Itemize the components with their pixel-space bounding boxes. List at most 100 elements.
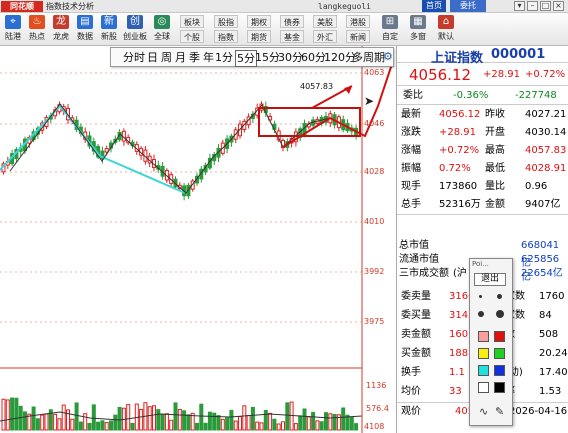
axis-label: 4046 [364, 119, 385, 128]
tool-xingu[interactable]: 新 新股 [98, 14, 120, 44]
footer-label: 观价 [401, 406, 421, 417]
period-year[interactable]: 年 [203, 50, 214, 65]
mode-dropdown[interactable]: 委托 [450, 0, 486, 12]
chart-area[interactable]: ➤ 4063 4046 4028 4010 3992 3975 1136 576… [0, 46, 394, 433]
tab-meigu[interactable]: 美股 [313, 15, 337, 28]
tool-label: 龙虎 [53, 32, 69, 41]
tab-zhaiquan[interactable]: 债券 [280, 15, 304, 28]
quote-row: 最新 4056.12 昨收 4027.21 [397, 106, 568, 124]
period-30min[interactable]: 30分 [278, 50, 303, 65]
period-season[interactable]: 季 [189, 50, 200, 65]
tool-label: 热点 [29, 32, 45, 41]
volume-bar [87, 422, 92, 431]
tab-guzhi[interactable]: 股指 [214, 15, 238, 28]
tab-qihuo[interactable]: 期货 [247, 30, 271, 43]
period-1min[interactable]: 1分 [215, 50, 233, 65]
mouse-cursor-icon: ➤ [364, 94, 375, 108]
quote-value: 0.72% [439, 163, 471, 174]
tab-qiquan[interactable]: 期权 [247, 15, 271, 28]
price-row: 4056.12 +28.91 +0.72% [397, 64, 568, 86]
tool-shuju[interactable]: ▤ 数据 [74, 14, 96, 44]
sanban-value: 22654亿 [521, 268, 563, 279]
chuang-icon: 创 [127, 15, 143, 29]
tool-lugang[interactable]: ⌖ 陆港 [2, 14, 24, 44]
volume-bar [5, 399, 10, 431]
tab-ganggu[interactable]: 港股 [346, 15, 370, 28]
volume-bar [177, 409, 182, 431]
tab-zhishu[interactable]: 指数 [214, 30, 238, 43]
pin-icon: ⌖ [5, 15, 21, 29]
quote-value: 84 [539, 310, 552, 321]
color-swatch-green[interactable] [494, 348, 505, 359]
candlesticks [1, 101, 359, 201]
quote-label: 开盘 [485, 127, 505, 138]
quote-value: 173860 [439, 181, 478, 192]
volume-bar [182, 410, 187, 431]
tool-default[interactable]: ⌂ 默认 [434, 14, 458, 44]
color-swatch-black[interactable] [494, 382, 505, 393]
color-swatch-cyan[interactable] [478, 365, 489, 376]
app-logo: 同花顺 [1, 1, 43, 12]
quote-label: 买金额 [401, 348, 431, 359]
popup-exit-button[interactable]: 退出 [474, 273, 506, 286]
line-width-dot-medium[interactable] [497, 294, 502, 299]
color-swatch-yellow[interactable] [478, 348, 489, 359]
tab-waihui[interactable]: 外汇 [313, 30, 337, 43]
volume-axis-label: 576.4 [366, 404, 389, 413]
color-swatch-red[interactable] [494, 331, 505, 342]
kline-chart[interactable] [0, 46, 394, 433]
home-button[interactable]: 首页 [422, 0, 446, 12]
period-fenshi[interactable]: 分时 [123, 50, 145, 65]
tab-gegu[interactable]: 个股 [180, 30, 204, 43]
period-week[interactable]: 周 [161, 50, 172, 65]
volume-bar [173, 402, 178, 431]
line-width-dot-small[interactable] [479, 295, 482, 298]
volume-bar [78, 421, 83, 431]
tab-xinwen[interactable]: 新闻 [346, 30, 370, 43]
tool-redian[interactable]: ♨ 热点 [26, 14, 48, 44]
tool-custom[interactable]: ⊞ 自定 [378, 14, 402, 44]
gear-icon[interactable]: ⚙ [383, 50, 393, 63]
home-icon: ⌂ [438, 15, 454, 29]
minimize-icon[interactable]: – [527, 1, 538, 11]
volume-bar [306, 416, 311, 431]
weibi-label: 委比 [403, 90, 423, 101]
period-multi[interactable]: 多周期 [352, 50, 385, 65]
line-width-dot-large[interactable] [478, 311, 484, 317]
period-toolbar: 分时 日 周 月 季 年 1分 5分 15分 30分 60分 120分 多周期 … [110, 47, 394, 67]
period-60min[interactable]: 60分 [301, 50, 326, 65]
volume-bar [328, 413, 333, 431]
tool-multi-window[interactable]: ▦ 多窗 [406, 14, 430, 44]
color-swatch-blue[interactable] [494, 365, 505, 376]
weibi-row: 委比 -0.36% -227748 [397, 87, 568, 105]
tool-quanqiu[interactable]: ◎ 全球 [150, 14, 174, 44]
close-icon[interactable]: × [553, 1, 564, 11]
tool-longhu[interactable]: 龙 龙虎 [50, 14, 72, 44]
volume-bar [152, 405, 156, 431]
tab-jijin[interactable]: 基金 [280, 30, 304, 43]
pen-icon[interactable]: ∿ [479, 405, 488, 418]
dragon-icon: 龙 [53, 15, 69, 29]
color-swatch-white[interactable] [478, 382, 489, 393]
tool-chuangye[interactable]: 创 创业板 [122, 14, 148, 44]
color-swatch-lightred[interactable] [478, 331, 489, 342]
quote-label: 量比 [485, 181, 505, 192]
volume-bar [225, 417, 230, 431]
line-width-dot-xlarge[interactable] [496, 310, 504, 318]
settings-icon[interactable]: ▾ [514, 1, 525, 11]
volume-bar [91, 404, 96, 431]
period-15min[interactable]: 15分 [255, 50, 280, 65]
volume-bar [315, 420, 320, 431]
main-toolbar: ⌖ 陆港 ♨ 热点 龙 龙虎 ▤ 数据 新 新股 创 创业板 ◎ 全球 板块 个… [0, 13, 568, 46]
quote-value: 4027.21 [525, 109, 567, 120]
eraser-icon[interactable]: ✎ [495, 405, 504, 418]
volume-bar [311, 411, 316, 431]
volume-bar [268, 412, 273, 431]
volume-bar [83, 413, 88, 431]
tab-bankuai[interactable]: 板块 [180, 15, 204, 28]
period-day[interactable]: 日 [147, 50, 158, 65]
period-month[interactable]: 月 [175, 50, 186, 65]
period-5min[interactable]: 5分 [235, 50, 257, 67]
volume-bar [233, 420, 238, 431]
maximize-icon[interactable]: □ [540, 1, 551, 11]
